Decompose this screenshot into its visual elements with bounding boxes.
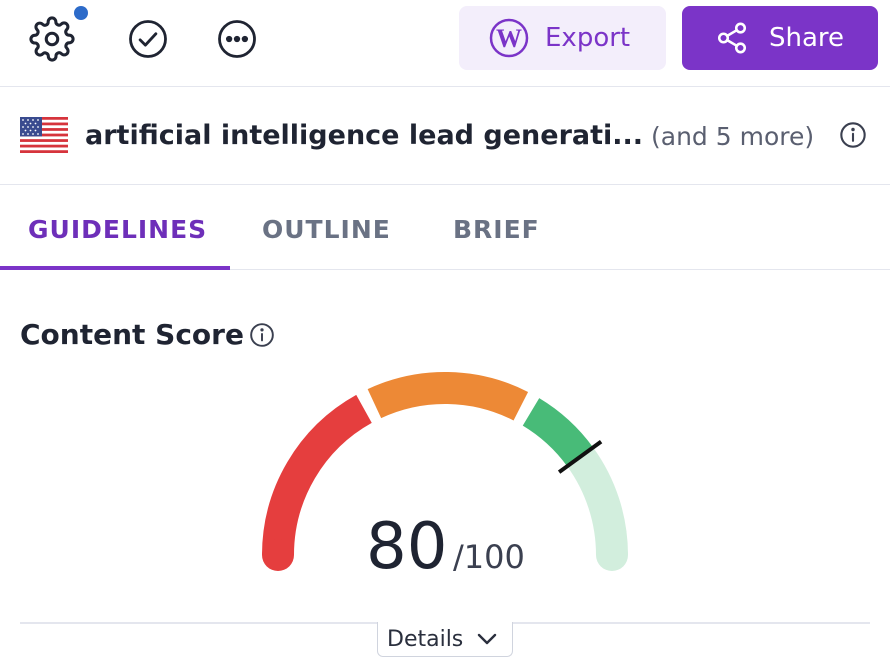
share-label: Share [769,23,845,53]
content-score-title: Content Score [20,318,244,351]
keyword-text[interactable]: artificial intelligence lead generati... [85,120,643,151]
score-max: /100 [453,538,525,576]
tab-guidelines[interactable]: GUIDELINES [28,215,207,244]
info-icon[interactable] [249,322,275,348]
gear-icon [29,16,75,62]
more-horizontal-icon [218,20,256,58]
export-button[interactable]: W Export [459,6,666,70]
share-icon [715,21,749,55]
toolbar: W Export Share [0,0,890,87]
tab-brief[interactable]: BRIEF [453,215,540,244]
keyword-more[interactable]: (and 5 more) [651,122,814,151]
check-button[interactable] [123,14,173,64]
share-button[interactable]: Share [682,6,878,70]
info-icon[interactable] [839,121,867,149]
wordpress-icon: W [489,18,529,58]
tab-outline[interactable]: OUTLINE [262,215,391,244]
export-label: Export [545,23,631,53]
details-toggle[interactable]: Details [377,622,513,657]
gauge-cap-left [262,539,294,571]
details-label: Details [387,626,464,652]
keyword-bar: artificial intelligence lead generati...… [0,87,890,185]
notification-dot [74,6,88,20]
gauge-segment-green [522,398,594,467]
more-options-button[interactable] [212,14,262,64]
svg-text:W: W [496,24,522,53]
tab-bar: GUIDELINES OUTLINE BRIEF [0,185,890,270]
gauge-segment-orange [367,371,529,421]
chevron-down-icon [475,631,499,647]
gauge-segment-red [262,394,373,556]
us-flag-icon [20,117,68,153]
check-circle-icon [129,20,167,58]
active-tab-indicator [0,266,230,270]
gauge-cap-right [596,539,628,571]
score-value: 80 [366,510,448,584]
settings-button[interactable] [27,6,88,64]
